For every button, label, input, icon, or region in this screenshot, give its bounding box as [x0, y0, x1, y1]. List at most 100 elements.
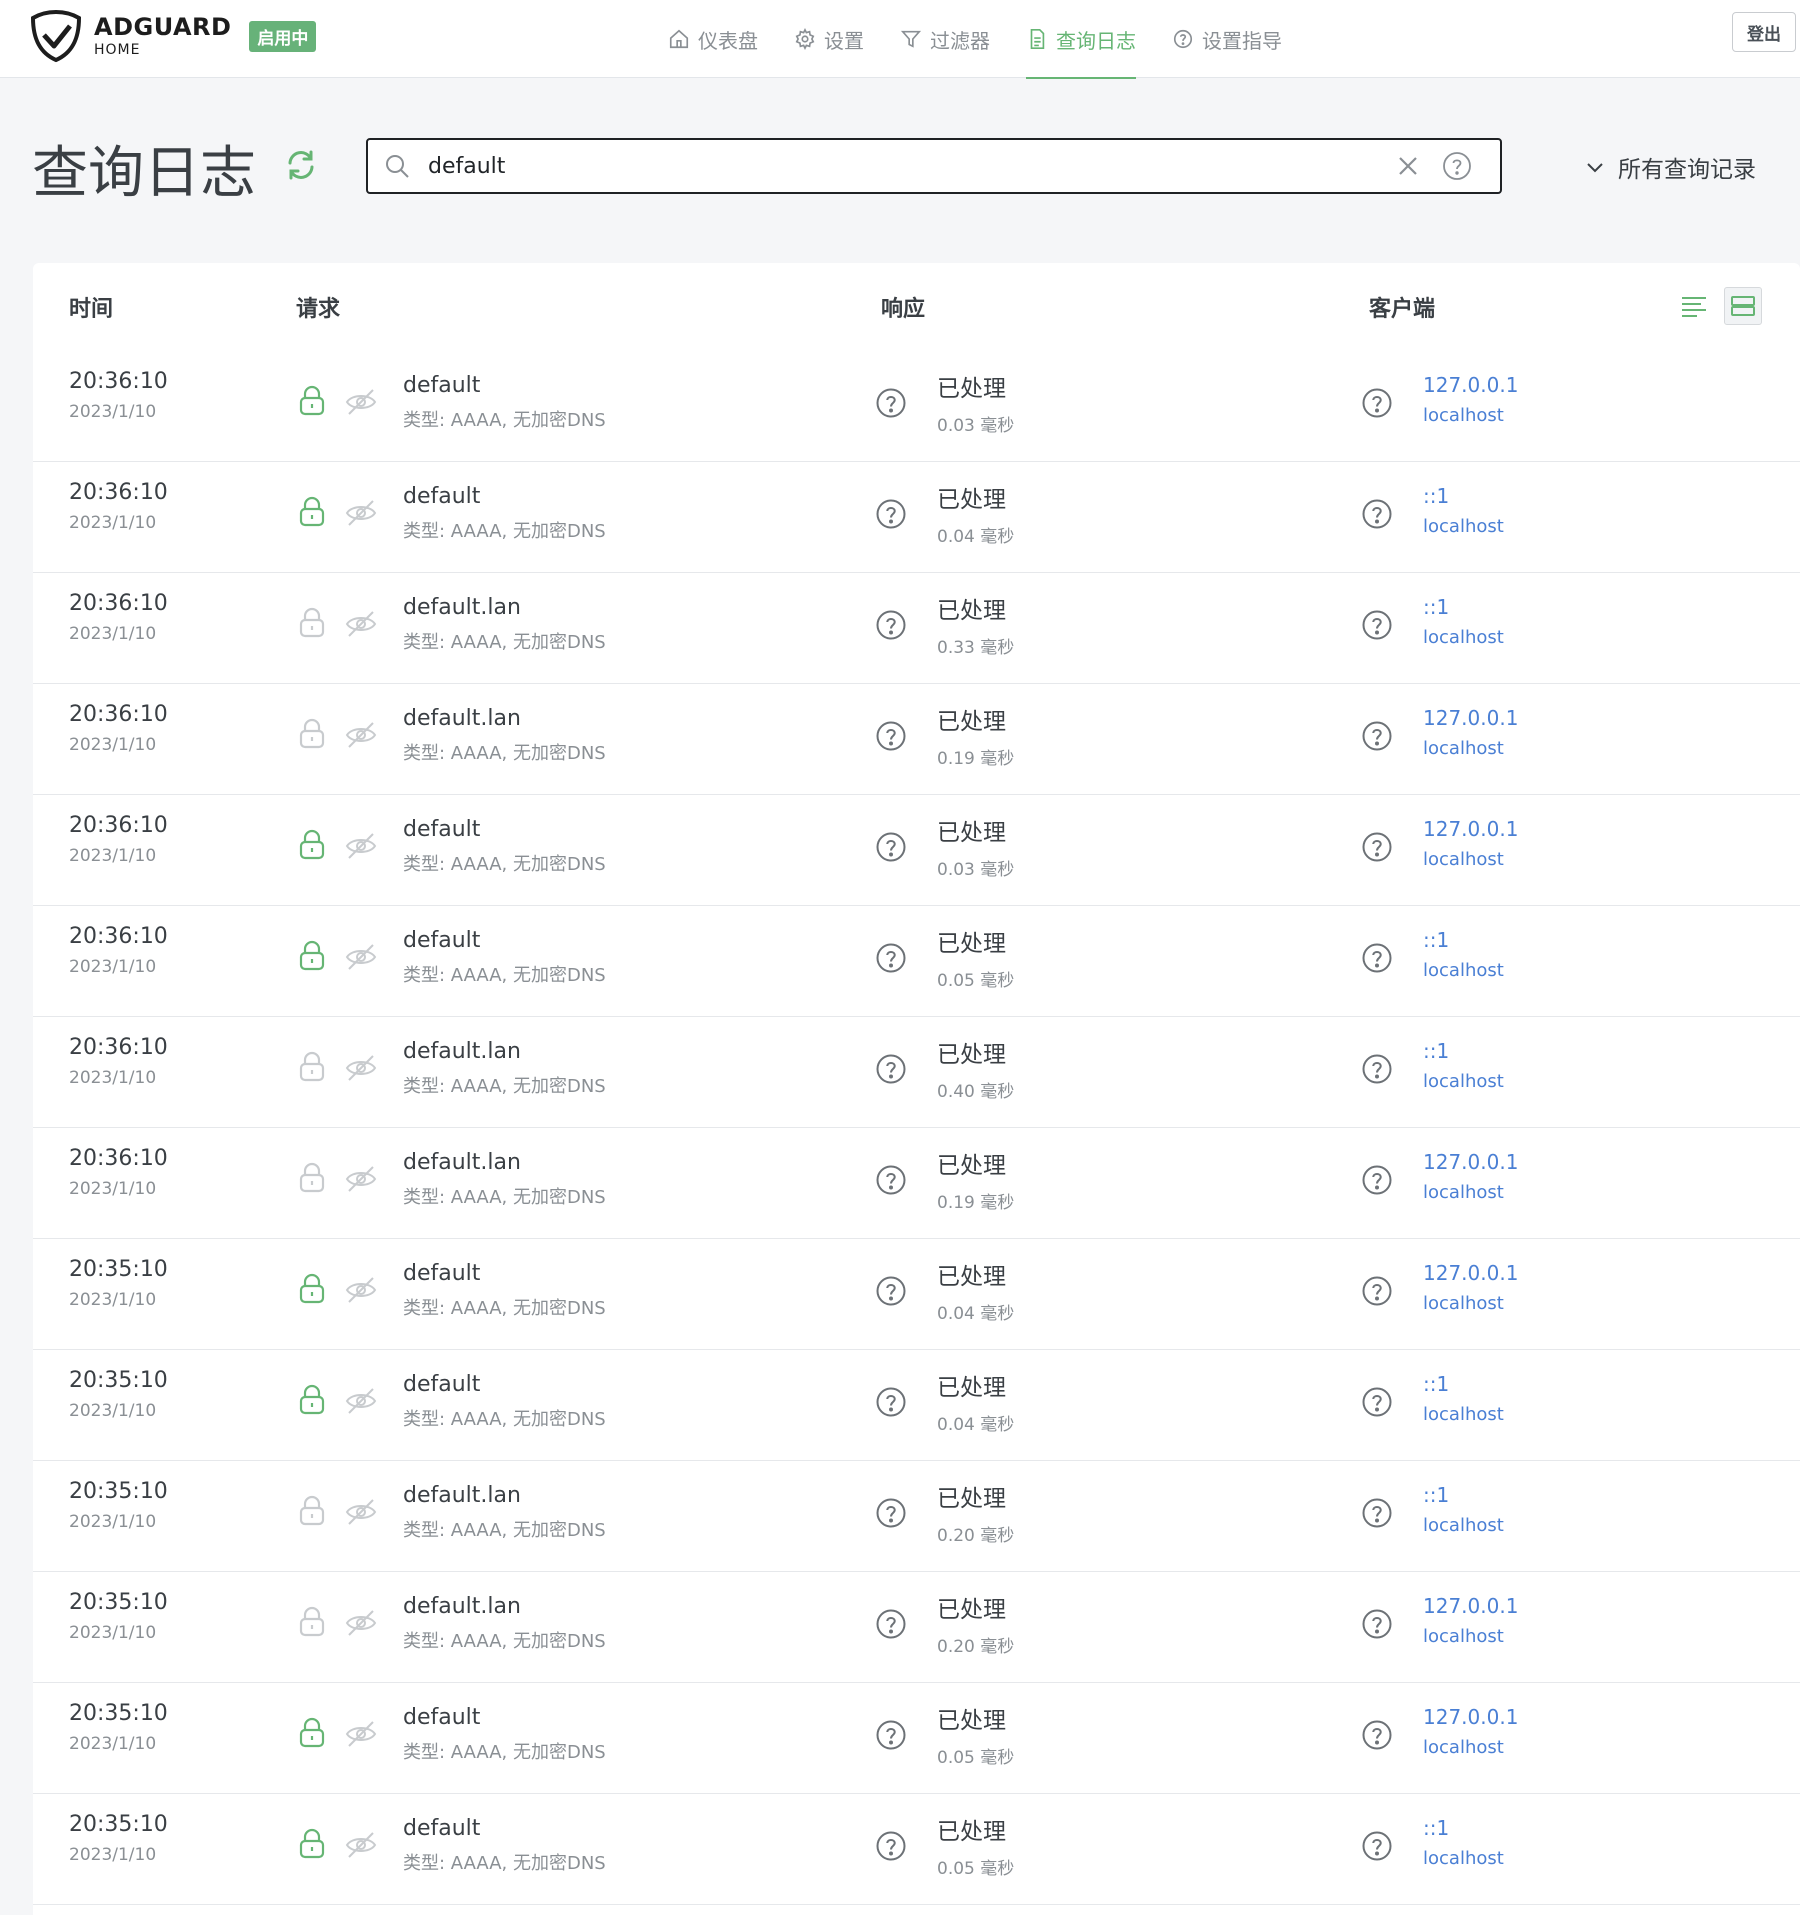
table-row[interactable]: 20:36:10 2023/1/10 default 类型: AAAA, 无加密… — [33, 795, 1800, 906]
refresh-icon[interactable] — [284, 148, 318, 182]
nav-item-setup-guide[interactable]: 设置指导 — [1154, 0, 1300, 78]
help-circle-icon[interactable] — [875, 498, 907, 530]
help-circle-icon[interactable] — [875, 387, 907, 419]
table-row[interactable]: 20:35:10 2023/1/10 default 类型: AAAA, 无加密… — [33, 1683, 1800, 1794]
eye-off-icon[interactable] — [344, 387, 378, 417]
client-hostname[interactable]: localhost — [1423, 405, 1518, 426]
request-domain[interactable]: default.lan — [403, 1594, 606, 1619]
client-hostname[interactable]: localhost — [1423, 516, 1504, 537]
help-circle-icon[interactable] — [875, 1830, 907, 1862]
eye-off-icon[interactable] — [344, 1053, 378, 1083]
help-circle-icon[interactable] — [1361, 609, 1393, 641]
search-input[interactable] — [428, 153, 1396, 179]
client-ip[interactable]: ::1 — [1423, 1483, 1504, 1507]
request-domain[interactable]: default — [403, 1261, 606, 1286]
client-ip[interactable]: 127.0.0.1 — [1423, 817, 1518, 841]
help-circle-icon[interactable] — [1361, 1719, 1393, 1751]
help-circle-icon[interactable] — [1361, 498, 1393, 530]
eye-off-icon[interactable] — [344, 720, 378, 750]
client-ip[interactable]: 127.0.0.1 — [1423, 1705, 1518, 1729]
help-circle-icon[interactable] — [875, 1608, 907, 1640]
request-domain[interactable]: default.lan — [403, 1150, 606, 1175]
eye-off-icon[interactable] — [344, 1830, 378, 1860]
client-ip[interactable]: ::1 — [1423, 1039, 1504, 1063]
eye-off-icon[interactable] — [344, 1386, 378, 1416]
client-hostname[interactable]: localhost — [1423, 1071, 1504, 1092]
table-row[interactable]: 20:36:10 2023/1/10 default 类型: AAAA, 无加密… — [33, 906, 1800, 1017]
request-domain[interactable]: default — [403, 817, 606, 842]
client-ip[interactable]: 127.0.0.1 — [1423, 706, 1518, 730]
help-circle-icon[interactable] — [1361, 1275, 1393, 1307]
list-view-icon[interactable] — [1679, 291, 1709, 321]
client-ip[interactable]: 127.0.0.1 — [1423, 1594, 1518, 1618]
nav-item-query-log[interactable]: 查询日志 — [1008, 0, 1154, 79]
help-circle-icon[interactable] — [875, 720, 907, 752]
help-circle-icon[interactable] — [875, 1719, 907, 1751]
eye-off-icon[interactable] — [344, 1275, 378, 1305]
help-circle-icon[interactable] — [1361, 1830, 1393, 1862]
client-ip[interactable]: ::1 — [1423, 1372, 1504, 1396]
help-circle-icon[interactable] — [875, 1497, 907, 1529]
client-ip[interactable]: 127.0.0.1 — [1423, 1150, 1518, 1174]
close-icon[interactable] — [1396, 154, 1420, 178]
help-circle-icon[interactable] — [1361, 1386, 1393, 1418]
eye-off-icon[interactable] — [344, 1497, 378, 1527]
help-circle-icon[interactable] — [875, 831, 907, 863]
help-circle-icon[interactable] — [1361, 720, 1393, 752]
client-hostname[interactable]: localhost — [1423, 1737, 1518, 1758]
client-hostname[interactable]: localhost — [1423, 1293, 1518, 1314]
help-circle-icon[interactable] — [875, 1164, 907, 1196]
table-row[interactable]: 20:36:10 2023/1/10 default 类型: AAAA, 无加密… — [33, 351, 1800, 462]
help-circle-icon[interactable] — [1361, 1608, 1393, 1640]
request-domain[interactable]: default — [403, 1705, 606, 1730]
client-hostname[interactable]: localhost — [1423, 1515, 1504, 1536]
nav-item-dashboard[interactable]: 仪表盘 — [650, 0, 776, 78]
request-domain[interactable]: default.lan — [403, 1483, 606, 1508]
help-circle-icon[interactable] — [1361, 1053, 1393, 1085]
client-ip[interactable]: 127.0.0.1 — [1423, 373, 1518, 397]
table-row[interactable]: 20:36:10 2023/1/10 default.lan 类型: AAAA,… — [33, 1128, 1800, 1239]
eye-off-icon[interactable] — [344, 1164, 378, 1194]
table-row[interactable]: 20:35:10 2023/1/10 default 类型: AAAA, 无加密… — [33, 1239, 1800, 1350]
eye-off-icon[interactable] — [344, 498, 378, 528]
table-row[interactable]: 20:36:10 2023/1/10 default 类型: AAAA, 无加密… — [33, 462, 1800, 573]
request-domain[interactable]: default.lan — [403, 706, 606, 731]
help-circle-icon[interactable] — [1361, 1164, 1393, 1196]
help-circle-icon[interactable] — [1361, 1497, 1393, 1529]
logout-button[interactable]: 登出 — [1732, 12, 1796, 52]
request-domain[interactable]: default — [403, 1372, 606, 1397]
nav-item-filters[interactable]: 过滤器 — [882, 0, 1008, 78]
eye-off-icon[interactable] — [344, 1719, 378, 1749]
brand[interactable]: ADGUARD HOME 启用中 — [30, 6, 317, 66]
help-circle-icon[interactable] — [1442, 151, 1472, 181]
eye-off-icon[interactable] — [344, 609, 378, 639]
request-domain[interactable]: default.lan — [403, 1039, 606, 1064]
help-circle-icon[interactable] — [875, 942, 907, 974]
help-circle-icon[interactable] — [1361, 387, 1393, 419]
request-domain[interactable]: default.lan — [403, 595, 606, 620]
client-hostname[interactable]: localhost — [1423, 1848, 1504, 1869]
client-hostname[interactable]: localhost — [1423, 627, 1504, 648]
client-hostname[interactable]: localhost — [1423, 1182, 1518, 1203]
eye-off-icon[interactable] — [344, 831, 378, 861]
client-hostname[interactable]: localhost — [1423, 960, 1504, 981]
eye-off-icon[interactable] — [344, 1608, 378, 1638]
help-circle-icon[interactable] — [875, 1275, 907, 1307]
table-row[interactable]: 20:35:10 2023/1/10 default 类型: AAAA, 无加密… — [33, 1350, 1800, 1461]
client-ip[interactable]: 127.0.0.1 — [1423, 1261, 1518, 1285]
table-row[interactable]: 20:36:10 2023/1/10 default.lan 类型: AAAA,… — [33, 1017, 1800, 1128]
help-circle-icon[interactable] — [875, 609, 907, 641]
table-row[interactable]: 20:35:10 2023/1/10 default.lan 类型: AAAA,… — [33, 1461, 1800, 1572]
table-row[interactable]: 20:36:10 2023/1/10 default.lan 类型: AAAA,… — [33, 684, 1800, 795]
table-row[interactable]: 20:35:10 2023/1/10 default.lan 类型: AAAA,… — [33, 1572, 1800, 1683]
client-hostname[interactable]: localhost — [1423, 738, 1518, 759]
help-circle-icon[interactable] — [1361, 831, 1393, 863]
client-hostname[interactable]: localhost — [1423, 1626, 1518, 1647]
query-filter-dropdown[interactable]: 所有查询记录 — [1584, 150, 1756, 184]
request-domain[interactable]: default — [403, 928, 606, 953]
client-ip[interactable]: ::1 — [1423, 484, 1504, 508]
request-domain[interactable]: default — [403, 484, 606, 509]
nav-item-settings[interactable]: 设置 — [776, 0, 882, 78]
compact-view-toggle[interactable] — [1724, 287, 1762, 325]
help-circle-icon[interactable] — [1361, 942, 1393, 974]
